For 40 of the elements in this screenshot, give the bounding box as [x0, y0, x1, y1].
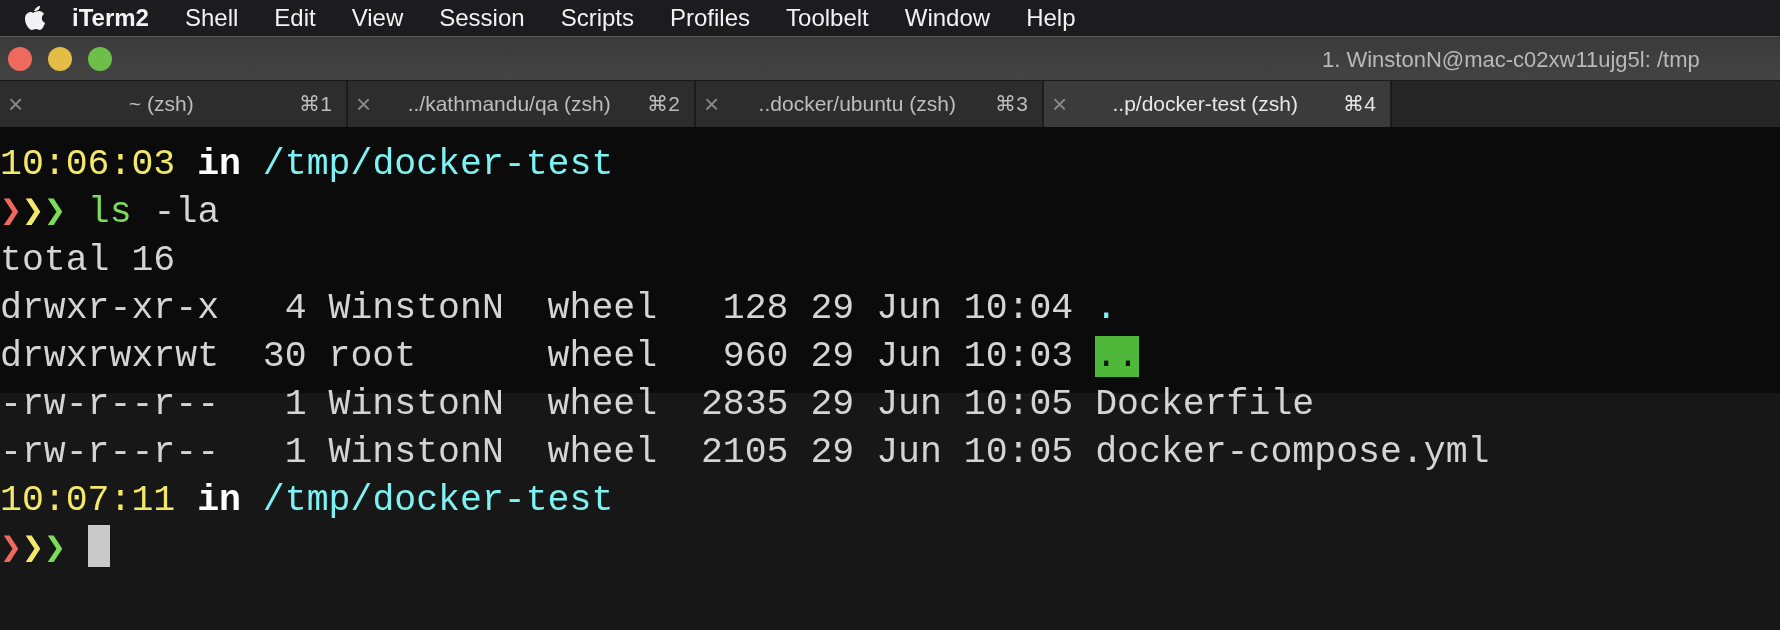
minimize-button[interactable] [48, 46, 72, 71]
apple-icon[interactable] [22, 4, 46, 32]
prompt-symbol: ❯❯❯ [0, 529, 66, 570]
close-icon[interactable]: × [8, 91, 24, 117]
terminal-tab[interactable]: × ..p/docker-test (zsh) ⌘4 [1044, 81, 1392, 127]
close-icon[interactable]: × [356, 91, 372, 117]
prompt-text: in [197, 480, 241, 521]
zoom-button[interactable] [88, 46, 112, 71]
close-button[interactable] [8, 46, 32, 71]
terminal-tab[interactable]: × ..docker/ubuntu (zsh) ⌘3 [696, 81, 1044, 127]
file-name: Dockerfile [1095, 384, 1315, 425]
prompt-path: /tmp/docker-test [262, 480, 614, 521]
prompt-path: /tmp/docker-test [262, 144, 614, 185]
listing-text: -rw-r--r-- 1 WinstonN wheel 2835 29 Jun 10:05 [0, 384, 1074, 425]
listing-text: drwxrwxrwt 30 root wheel 960 29 Jun 10:03 [0, 336, 1074, 377]
menu-item[interactable]: Profiles [652, 0, 769, 36]
menu-item[interactable]: Help [1008, 0, 1094, 36]
menu-item[interactable]: Edit [256, 0, 334, 36]
menu-item[interactable]: Scripts [542, 0, 652, 36]
menu-item[interactable]: Session [421, 0, 543, 36]
menu-item[interactable]: Toolbelt [768, 0, 887, 36]
app-menu[interactable]: iTerm2 [46, 0, 167, 36]
output-text: total 16 [0, 240, 176, 281]
file-name: docker-compose.yml [1095, 432, 1490, 473]
command-text: ls -la [87, 192, 220, 233]
prompt-symbol: ❯❯❯ [0, 192, 66, 233]
file-name: . [1095, 288, 1118, 329]
listing-text: drwxr-xr-x 4 WinstonN wheel 128 29 Jun 10:04 [0, 288, 1074, 329]
close-icon[interactable]: × [704, 91, 720, 117]
terminal-tab[interactable]: × ../kathmandu/qa (zsh) ⌘2 [348, 81, 696, 127]
prompt-time: 10:07:11 [0, 480, 176, 521]
terminal-tab[interactable]: × ~ (zsh) ⌘1 [0, 81, 348, 127]
prompt-text: in [197, 144, 241, 185]
menu-item[interactable]: View [333, 0, 422, 36]
listing-text: -rw-r--r-- 1 WinstonN wheel 2105 29 Jun 10:05 [0, 432, 1074, 473]
prompt-time: 10:06:03 [0, 144, 176, 185]
menu-item[interactable]: Shell [166, 0, 257, 36]
file-name: .. [1095, 336, 1139, 377]
window-title: 1. WinstonN@mac-c02xw11ujg5l: /tmp [1322, 46, 1700, 74]
menu-item[interactable]: Window [886, 0, 1009, 36]
